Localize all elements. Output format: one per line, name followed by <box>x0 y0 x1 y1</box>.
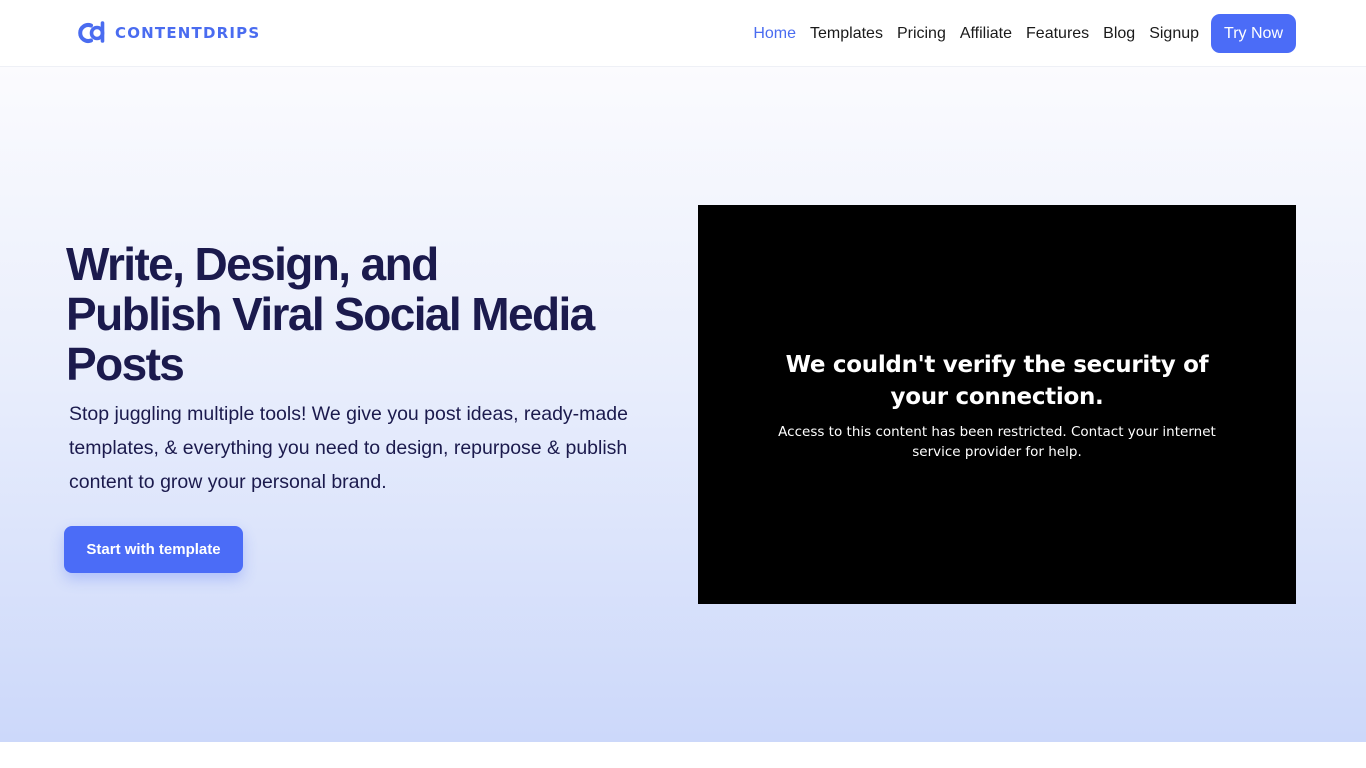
security-error-message: Access to this content has been restrict… <box>778 424 1216 460</box>
try-now-button[interactable]: Try Now <box>1211 14 1296 53</box>
hero-section: Write, Design, and Publish Viral Social … <box>0 67 1366 742</box>
hero-title-line: Write, Design, and <box>66 238 439 290</box>
page-bottom-strip <box>0 742 1366 768</box>
brand-name: CONTENTDRIPS <box>115 24 261 42</box>
hero-title-line: Publish Viral Social Media <box>66 288 595 340</box>
nav-link-home[interactable]: Home <box>753 14 796 53</box>
nav-link-signup[interactable]: Signup <box>1149 14 1199 53</box>
brand-logo[interactable]: CONTENTDRIPS <box>78 21 260 45</box>
contentdrips-logo-icon <box>78 21 105 43</box>
hero-title-line: Posts <box>66 338 185 390</box>
embedded-video-frame[interactable]: We couldn't verify the security of your … <box>698 205 1296 604</box>
nav-link-pricing[interactable]: Pricing <box>897 14 946 53</box>
hero-description: Stop juggling multiple tools! We give yo… <box>69 403 628 493</box>
security-error-title: We couldn't verify the security of your … <box>785 352 1209 410</box>
hero-title: Write, Design, and Publish Viral Social … <box>66 239 646 389</box>
start-with-template-button[interactable]: Start with template <box>64 526 243 573</box>
main-nav: Home Templates Pricing Affiliate Feature… <box>739 14 1296 53</box>
nav-link-blog[interactable]: Blog <box>1103 14 1135 53</box>
nav-link-affiliate[interactable]: Affiliate <box>960 14 1012 53</box>
nav-link-features[interactable]: Features <box>1026 14 1089 53</box>
nav-link-templates[interactable]: Templates <box>810 14 883 53</box>
top-navbar: CONTENTDRIPS Home Templates Pricing Affi… <box>0 0 1366 67</box>
